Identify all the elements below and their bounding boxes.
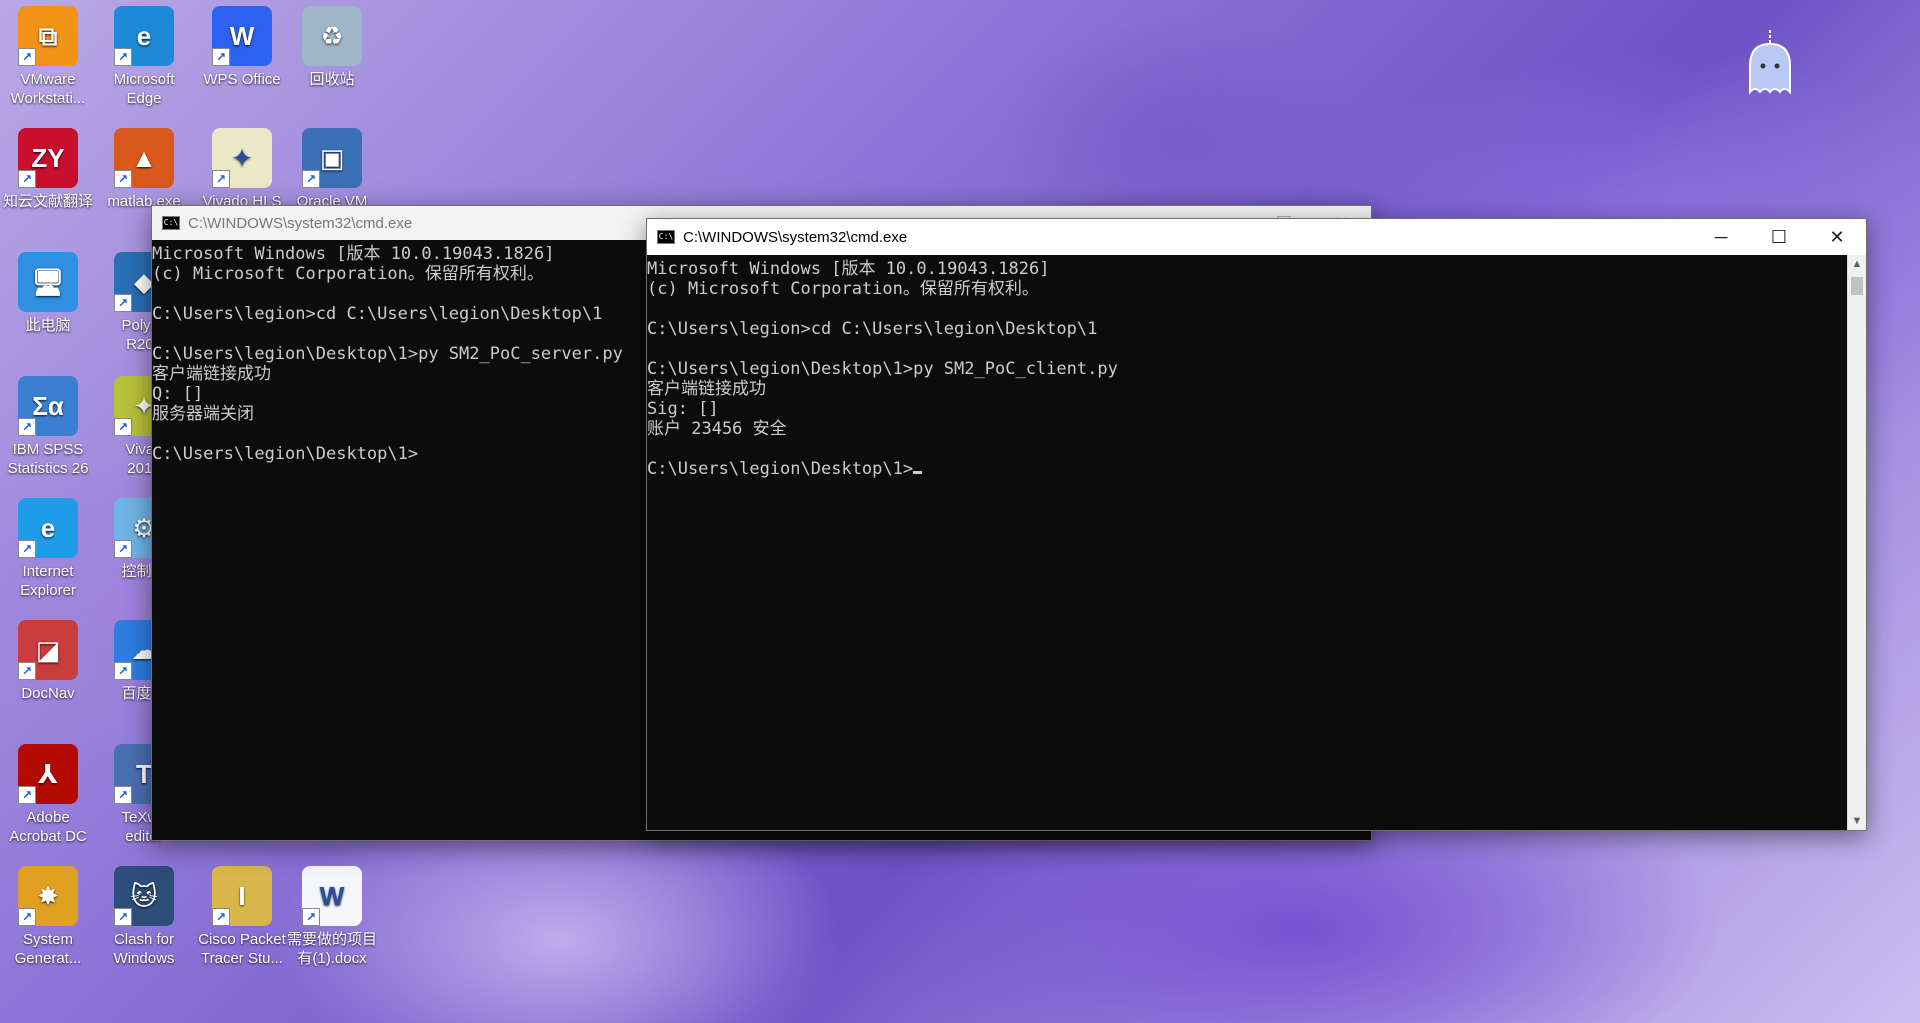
oracle-vm-icon: ▣ — [302, 128, 362, 188]
window-title: C:\WINDOWS\system32\cmd.exe — [683, 228, 908, 246]
console-line: (c) Microsoft Corporation。保留所有权利。 — [647, 279, 1039, 299]
desktop-icon-packet-tracer[interactable]: I Cisco Packet Tracer Stu... — [194, 866, 290, 968]
desktop-icon-clash[interactable]: 🐱 Clash for Windows — [96, 866, 192, 968]
desktop-icon-label: Internet Explorer — [20, 563, 76, 599]
edge-icon: e — [114, 6, 174, 66]
desktop-icon-vmware[interactable]: ⧉ VMware Workstati... — [0, 6, 96, 108]
cmd-icon: C:\ — [162, 216, 180, 230]
desktop-icon-matlab[interactable]: ▲matlab.exe — [96, 128, 192, 211]
desktop-icon-label: 此电脑 — [25, 317, 71, 334]
desktop-icon-zhiyun[interactable]: ZY 知云文献翻译 — [0, 128, 96, 211]
this-pc-icon: 🖥 — [18, 252, 78, 312]
console-output[interactable]: Microsoft Windows [版本 10.0.19043.1826] (c… — [647, 255, 1866, 479]
desktop-icon-this-pc[interactable]: 🖥 此电脑 — [0, 252, 96, 335]
desktop-icon-docx[interactable]: W 需要做的项目 有(1).docx — [284, 866, 380, 968]
vivado-hls-icon: ✦ — [212, 128, 272, 188]
desktop-icon-label: Clash for Windows — [113, 931, 175, 967]
console-line: 账户 23456 安全 — [647, 419, 787, 439]
title-bar[interactable]: C:\ C:\WINDOWS\system32\cmd.exe ─ ☐ ✕ — [647, 219, 1866, 255]
desktop-icon-recycle[interactable]: ♻ 回收站 — [284, 6, 380, 89]
console-line: 客户端链接成功 — [647, 379, 766, 399]
wps-icon: W — [212, 6, 272, 66]
desktop-icon-ie[interactable]: e Internet Explorer — [0, 498, 96, 600]
desktop-icon-sysgen[interactable]: ✸ System Generat... — [0, 866, 96, 968]
desktop-icon-wps[interactable]: W WPS Office — [194, 6, 290, 89]
minimize-button[interactable]: ─ — [1692, 219, 1750, 255]
cmd-icon: C:\ — [657, 230, 675, 244]
ie-icon: e — [18, 498, 78, 558]
text-cursor — [913, 471, 923, 474]
desktop-icon-oracle-vm[interactable]: ▣Oracle VM — [284, 128, 380, 211]
console-line: C:\Users\legion>cd C:\Users\legion\Deskt… — [647, 319, 1098, 339]
close-button[interactable]: ✕ — [1808, 219, 1866, 255]
desktop-icon-label: VMware Workstati... — [10, 71, 86, 107]
desktop-icon-label: 需要做的项目 有(1).docx — [286, 931, 377, 967]
maximize-button[interactable]: ☐ — [1750, 219, 1808, 255]
desktop-icon-label: 知云文献翻译 — [2, 193, 93, 210]
desktop-icon-label: Microsoft Edge — [113, 71, 175, 107]
clash-icon: 🐱 — [114, 866, 174, 926]
desktop-icon-label: 回收站 — [309, 71, 355, 88]
scroll-thumb[interactable] — [1851, 277, 1863, 295]
desktop-icon-spss[interactable]: Σα IBM SPSS Statistics 26 — [0, 376, 96, 478]
recycle-icon: ♻ — [302, 6, 362, 66]
desktop-icon-label: WPS Office — [203, 71, 281, 88]
console-line: Sig: [] — [647, 399, 719, 419]
desktop-icon-label: DocNav — [21, 685, 75, 702]
desktop-icon-label: Cisco Packet Tracer Stu... — [198, 931, 286, 967]
desktop-icon-vivado-hls[interactable]: ✦Vivado HLS — [194, 128, 290, 211]
desktop-icon-label: System Generat... — [14, 931, 82, 967]
sysgen-icon: ✸ — [18, 866, 78, 926]
desktop-icon-label: Adobe Acrobat DC — [9, 809, 87, 845]
docx-icon: W — [302, 866, 362, 926]
vmware-icon: ⧉ — [18, 6, 78, 66]
ghost-mascot-icon — [1742, 30, 1798, 100]
desktop-icon-label: IBM SPSS Statistics 26 — [7, 441, 89, 477]
vertical-scrollbar[interactable]: ▲ ▼ — [1847, 255, 1866, 830]
desktop-icon-edge[interactable]: e Microsoft Edge — [96, 6, 192, 108]
spss-icon: Σα — [18, 376, 78, 436]
console-line: C:\Users\legion\Desktop\1>py SM2_PoC_cli… — [647, 359, 1118, 379]
docnav-icon: ◪ — [18, 620, 78, 680]
console-prompt: C:\Users\legion\Desktop\1> — [647, 459, 1846, 479]
console-line: Microsoft Windows [版本 10.0.19043.1826] — [647, 259, 1050, 279]
zhiyun-icon: ZY — [18, 128, 78, 188]
packet-tracer-icon: I — [212, 866, 272, 926]
desktop-icon-docnav[interactable]: ◪ DocNav — [0, 620, 96, 703]
scroll-down-icon[interactable]: ▼ — [1848, 812, 1866, 830]
cmd-window-client[interactable]: C:\ C:\WINDOWS\system32\cmd.exe ─ ☐ ✕ Mi… — [646, 218, 1867, 831]
scroll-up-icon[interactable]: ▲ — [1848, 255, 1866, 273]
acrobat-icon: ⅄ — [18, 744, 78, 804]
desktop-icon-acrobat[interactable]: ⅄ Adobe Acrobat DC — [0, 744, 96, 846]
matlab-icon: ▲ — [114, 128, 174, 188]
